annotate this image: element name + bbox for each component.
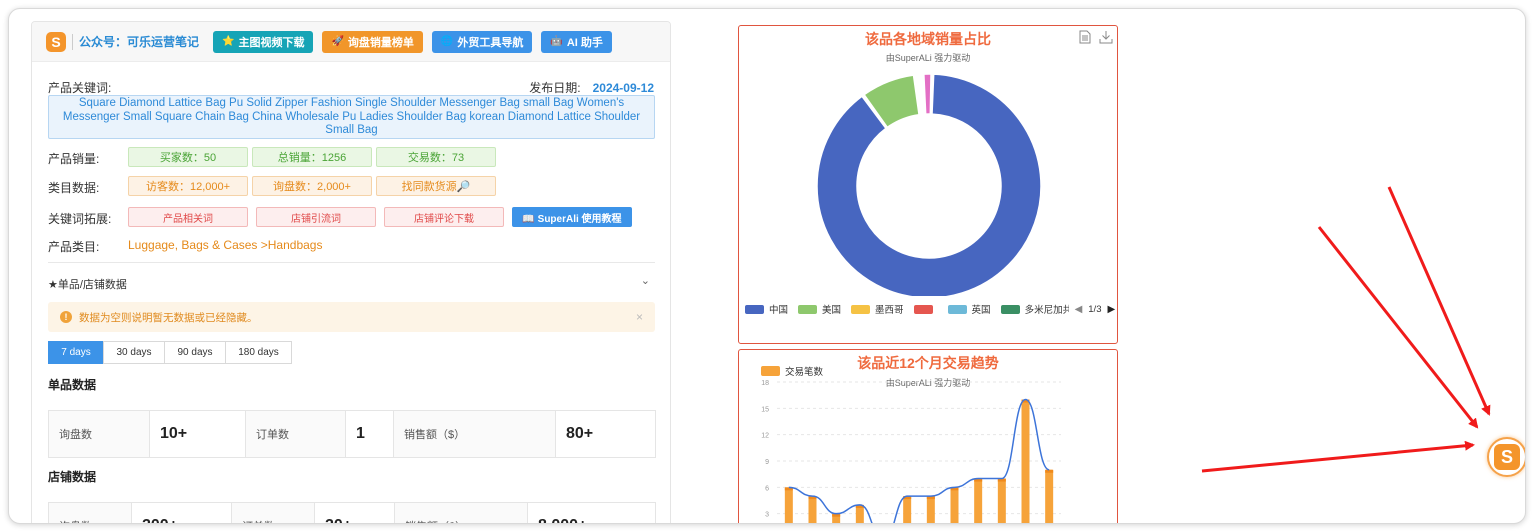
- app-window: S 公众号：可乐运营笔记 ⭐ 主图视频下载 🚀 询盘销量榜单 🌐 外贸工具导航 🤖 AI…: [8, 8, 1526, 524]
- red-arrows-annotation: [1201, 186, 1491, 473]
- arrow: [1201, 440, 1475, 473]
- arrow: [1317, 226, 1479, 429]
